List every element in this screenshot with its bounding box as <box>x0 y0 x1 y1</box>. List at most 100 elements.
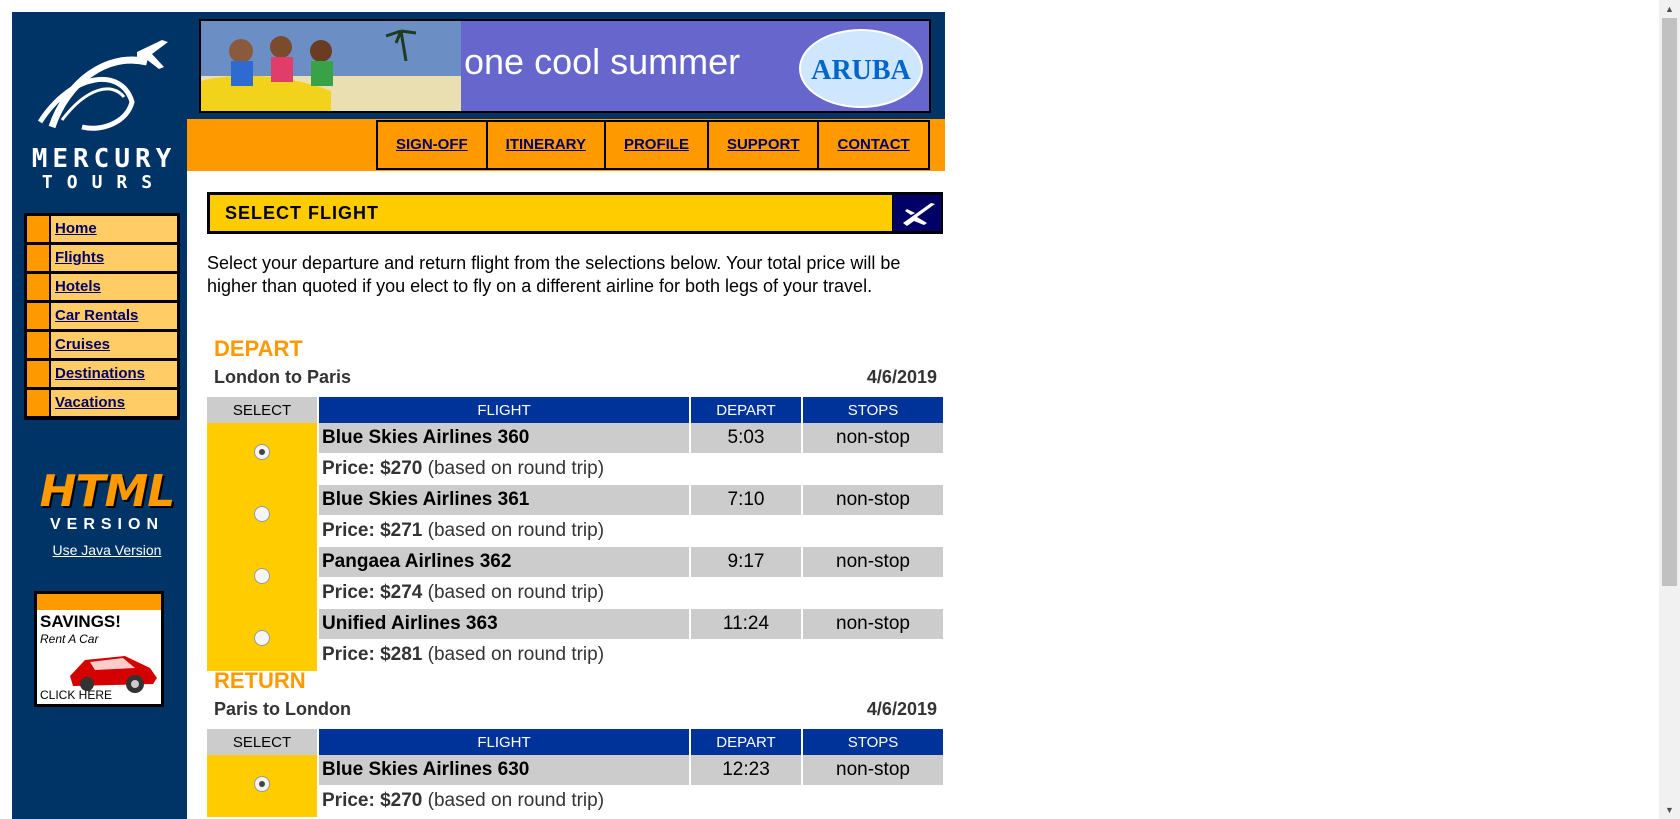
scroll-thumb[interactable] <box>1662 18 1677 586</box>
airplane-orbit-icon <box>37 40 168 131</box>
flight-price: Price: $270 (based on round trip) <box>319 785 943 817</box>
savings-ad-title: SAVINGS! <box>40 612 121 631</box>
nav-bullet <box>27 332 51 358</box>
flight-radio[interactable] <box>254 775 270 792</box>
sidebar-link-home[interactable]: Home <box>55 220 97 237</box>
profile-link[interactable]: PROFILE <box>624 136 689 153</box>
flight-row: Blue Skies Airlines 630 12:23 non-stop <box>207 755 943 817</box>
sidebar-link-destinations[interactable]: Destinations <box>55 365 145 382</box>
scroll-down-arrow-icon[interactable]: ▼ <box>1659 801 1680 819</box>
select-cell <box>207 609 317 671</box>
sidebar-item-car-rentals: Car Rentals <box>27 303 177 329</box>
return-route: Paris to London <box>214 699 351 719</box>
price-value: $270 <box>380 458 423 479</box>
topnav-item-support: SUPPORT <box>706 120 820 170</box>
top-nav-items: SIGN-OFF ITINERARY PROFILE SUPPORT CONTA… <box>376 120 930 170</box>
aruba-logo: ARUBA <box>799 29 923 108</box>
depart-heading: DEPART <box>214 336 303 361</box>
nav-bullet <box>27 303 51 329</box>
nav-bullet <box>27 274 51 300</box>
title-plane-box <box>893 195 941 231</box>
return-heading: RETURN <box>214 668 306 693</box>
topnav-item-sign-off: SIGN-OFF <box>376 120 488 170</box>
flight-name: Pangaea Airlines 362 <box>319 547 689 577</box>
price-row: Price: $270 (based on round trip) <box>207 785 943 817</box>
flight-radio[interactable] <box>254 505 270 522</box>
sidebar-link-hotels[interactable]: Hotels <box>55 278 101 295</box>
price-label: Price: <box>322 458 375 479</box>
sidebar-link-flights[interactable]: Flights <box>55 249 104 266</box>
nav-bullet <box>27 216 51 242</box>
price-note: (based on round trip) <box>427 520 605 541</box>
support-link[interactable]: SUPPORT <box>727 136 800 153</box>
price-note: (based on round trip) <box>427 644 605 665</box>
flight-name: Unified Airlines 363 <box>319 609 689 639</box>
savings-ad[interactable]: SAVINGS! Rent A Car CLICK HERE <box>34 591 164 707</box>
nav-bullet <box>27 361 51 387</box>
sign-off-link[interactable]: SIGN-OFF <box>396 136 468 153</box>
beach-photo-icon <box>201 21 461 111</box>
flight-depart-time: 5:03 <box>691 423 801 453</box>
col-header-select: SELECT <box>207 397 317 423</box>
col-header-depart: DEPART <box>691 397 801 423</box>
col-header-stops: STOPS <box>803 397 943 423</box>
sidebar-link-cruises[interactable]: Cruises <box>55 336 110 353</box>
price-note: (based on round trip) <box>427 790 605 811</box>
java-version-link[interactable]: Use Java Version <box>32 542 182 558</box>
intro-text: Select your departure and return flight … <box>207 253 901 296</box>
price-label: Price: <box>322 520 375 541</box>
flight-row: Unified Airlines 363 11:24 non-stop <box>207 609 943 671</box>
topnav-item-itinerary: ITINERARY <box>485 120 606 170</box>
nav-bullet <box>27 390 51 416</box>
savings-ad-body: SAVINGS! Rent A Car CLICK HERE <box>37 610 161 704</box>
sidebar-item-destinations: Destinations <box>27 361 177 387</box>
page-scrollbar[interactable]: ▲ ▼ <box>1659 0 1680 819</box>
flight-depart-time: 7:10 <box>691 485 801 515</box>
flight-stops: non-stop <box>803 609 943 639</box>
price-label: Price: <box>322 582 375 603</box>
aruba-ad-banner[interactable]: one cool summer ARUBA <box>199 19 931 113</box>
price-value: $281 <box>380 644 423 665</box>
flight-depart-time: 11:24 <box>691 609 801 639</box>
price-label: Price: <box>322 790 375 811</box>
sidebar-link-car-rentals[interactable]: Car Rentals <box>55 307 138 324</box>
flight-name: Blue Skies Airlines 630 <box>319 755 689 785</box>
sidebar-item-flights: Flights <box>27 245 177 271</box>
price-value: $274 <box>380 582 423 603</box>
sidebar-link-vacations[interactable]: Vacations <box>55 394 125 411</box>
topnav-item-contact: CONTACT <box>817 120 930 170</box>
price-label: Price: <box>322 644 375 665</box>
price-row: Price: $281 (based on round trip) <box>207 639 943 671</box>
banner-slogan: one cool summer <box>464 41 741 82</box>
flight-name: Blue Skies Airlines 361 <box>319 485 689 515</box>
flight-radio[interactable] <box>254 443 270 460</box>
flight-price: Price: $271 (based on round trip) <box>319 515 943 547</box>
itinerary-link[interactable]: ITINERARY <box>506 136 586 153</box>
page-title-background: SELECT FLIGHT <box>210 195 892 231</box>
price-note: (based on round trip) <box>427 458 605 479</box>
flight-stops: non-stop <box>803 485 943 515</box>
price-value: $270 <box>380 790 423 811</box>
sidebar-item-hotels: Hotels <box>27 274 177 300</box>
contact-link[interactable]: CONTACT <box>837 136 909 153</box>
sidebar-nav: Home Flights Hotels Car Rentals Cruises … <box>24 213 180 420</box>
flight-price: Price: $274 (based on round trip) <box>319 577 943 609</box>
top-nav: SIGN-OFF ITINERARY PROFILE SUPPORT CONTA… <box>187 119 945 171</box>
airplane-icon <box>903 203 935 226</box>
flight-radio[interactable] <box>254 567 270 584</box>
select-cell <box>207 547 317 609</box>
page-title: SELECT FLIGHT <box>225 203 379 223</box>
flight-radio[interactable] <box>254 629 270 646</box>
flight-depart-time: 12:23 <box>691 755 801 785</box>
html-version-title: HTML <box>39 466 176 517</box>
flight-stops: non-stop <box>803 423 943 453</box>
scroll-up-arrow-icon[interactable]: ▲ <box>1659 0 1680 18</box>
left-sidebar: MERCURY TOURS Home Flights Hotels Car Re… <box>12 12 187 819</box>
price-row: Price: $270 (based on round trip) <box>207 453 943 485</box>
flight-row: Blue Skies Airlines 360 5:03 non-stop <box>207 423 943 485</box>
sidebar-item-home: Home <box>27 216 177 242</box>
depart-flights-table: SELECT FLIGHT DEPART STOPS Blue Skies Ai… <box>205 397 945 671</box>
flight-price: Price: $281 (based on round trip) <box>319 639 943 671</box>
html-version-badge: HTML VERSION Use Java Version <box>32 466 182 559</box>
col-header-stops: STOPS <box>803 729 943 755</box>
